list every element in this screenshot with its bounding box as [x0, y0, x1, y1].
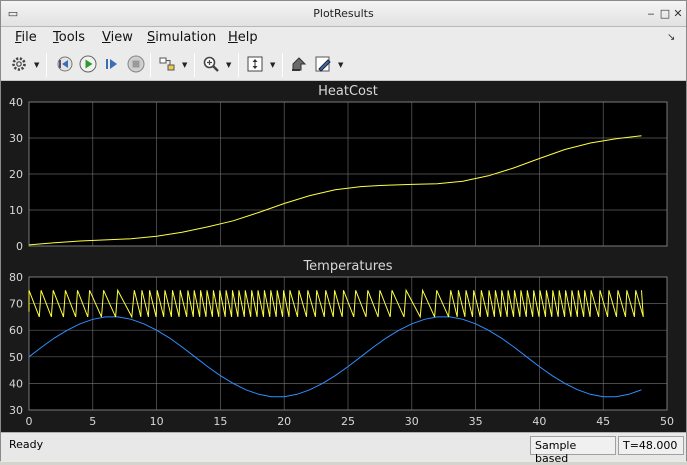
- toolbar: ▼ ▼ ▼ ▼ ▼: [1, 49, 686, 81]
- x-tick-label: 15: [213, 415, 227, 428]
- maximize-icon[interactable]: □: [659, 7, 671, 21]
- highlight-dropdown-icon[interactable]: ▼: [182, 61, 187, 69]
- x-tick-label: 10: [150, 415, 164, 428]
- plots-canvas: HeatCost010203040 Temperatures3040506070…: [1, 81, 686, 432]
- menu-view[interactable]: View: [102, 30, 133, 45]
- toolbar-separator: [46, 53, 47, 77]
- menu-view-mnemonic: V: [102, 30, 111, 45]
- x-tick-label: 40: [532, 415, 546, 428]
- axes-heatcost[interactable]: HeatCost 0 10 20 30 40: [9, 84, 668, 253]
- window-title: PlotResults: [313, 7, 374, 20]
- status-ready-text: Ready: [9, 438, 44, 451]
- x-tick-label: 0: [26, 415, 33, 428]
- x-tick-label: 20: [277, 415, 291, 428]
- toolbar-separator: [150, 53, 151, 77]
- close-icon[interactable]: ✕: [672, 7, 684, 21]
- menu-tools-label: ools: [58, 30, 86, 45]
- x-tick-label: 50: [660, 415, 674, 428]
- toolbar-separator: [194, 53, 195, 77]
- y-tick-label: 10: [9, 204, 23, 217]
- zoom-icon[interactable]: [201, 54, 221, 74]
- x-tick-label: 35: [469, 415, 483, 428]
- y-tick-label: 80: [9, 271, 23, 284]
- axes-title: HeatCost: [318, 84, 378, 99]
- title-bar: ▭ PlotResults ‒ □ ✕: [1, 1, 686, 27]
- menu-file[interactable]: File: [15, 30, 37, 45]
- x-tick-label: 30: [405, 415, 419, 428]
- step-forward-icon[interactable]: [102, 54, 122, 74]
- zoom-dropdown-icon[interactable]: ▼: [226, 61, 231, 69]
- gear-icon[interactable]: [9, 54, 29, 74]
- dock-icon[interactable]: ↘: [667, 32, 675, 43]
- menu-help[interactable]: Help: [228, 30, 258, 45]
- plot-area: HeatCost 0 10 20 30 40 Temperatures 30 40 50 60 70…: [1, 81, 686, 432]
- x-tick-label: 45: [596, 415, 610, 428]
- menu-file-label: ile: [21, 30, 37, 45]
- run-icon[interactable]: [78, 54, 98, 74]
- y-tick-label: 30: [9, 404, 23, 417]
- y-tick-label: 40: [9, 96, 23, 109]
- menu-help-label: elp: [237, 30, 258, 45]
- status-time: T=48.000: [618, 436, 684, 455]
- minimize-icon[interactable]: ‒: [645, 7, 657, 21]
- menu-tools[interactable]: Tools: [53, 30, 85, 45]
- style-icon[interactable]: [313, 54, 333, 74]
- axes-title: Temperatures: [302, 259, 392, 274]
- plot-results-window: ▭ PlotResults ‒ □ ✕ File Tools View Simu…: [0, 0, 687, 465]
- settings-dropdown-icon[interactable]: ▼: [34, 61, 39, 69]
- style-dropdown-icon[interactable]: ▼: [338, 61, 343, 69]
- highlight-icon[interactable]: [157, 54, 177, 74]
- y-tick-label: 50: [9, 351, 23, 364]
- autoscale-dropdown-icon[interactable]: ▼: [270, 61, 275, 69]
- autoscale-icon[interactable]: [245, 54, 265, 74]
- step-back-icon[interactable]: [54, 54, 74, 74]
- y-tick-label: 40: [9, 377, 23, 390]
- scope-icon[interactable]: [289, 54, 309, 74]
- toolbar-separator: [282, 53, 283, 77]
- stop-icon[interactable]: [126, 54, 146, 74]
- menu-view-label: iew: [110, 30, 133, 45]
- menu-help-mnemonic: H: [228, 30, 238, 45]
- toolbar-separator: [238, 53, 239, 77]
- y-tick-label: 60: [9, 324, 23, 337]
- y-tick-label: 30: [9, 132, 23, 145]
- y-tick-label: 0: [16, 240, 23, 253]
- menu-simulation[interactable]: Simulation: [147, 30, 216, 45]
- y-tick-label: 20: [9, 168, 23, 181]
- x-tick-label: 5: [89, 415, 96, 428]
- menu-simulation-label: imulation: [155, 30, 217, 45]
- menu-bar: File Tools View Simulation Help ↘: [1, 27, 686, 49]
- y-tick-label: 70: [9, 298, 23, 311]
- axes-temperatures[interactable]: Temperatures 30 40 50 60 70 80 0 5 10 15 20 25 30 35 40…: [9, 259, 674, 428]
- status-bar: Ready Sample based T=48.000: [1, 432, 686, 465]
- x-tick-label: 25: [341, 415, 355, 428]
- status-mode: Sample based: [530, 436, 616, 465]
